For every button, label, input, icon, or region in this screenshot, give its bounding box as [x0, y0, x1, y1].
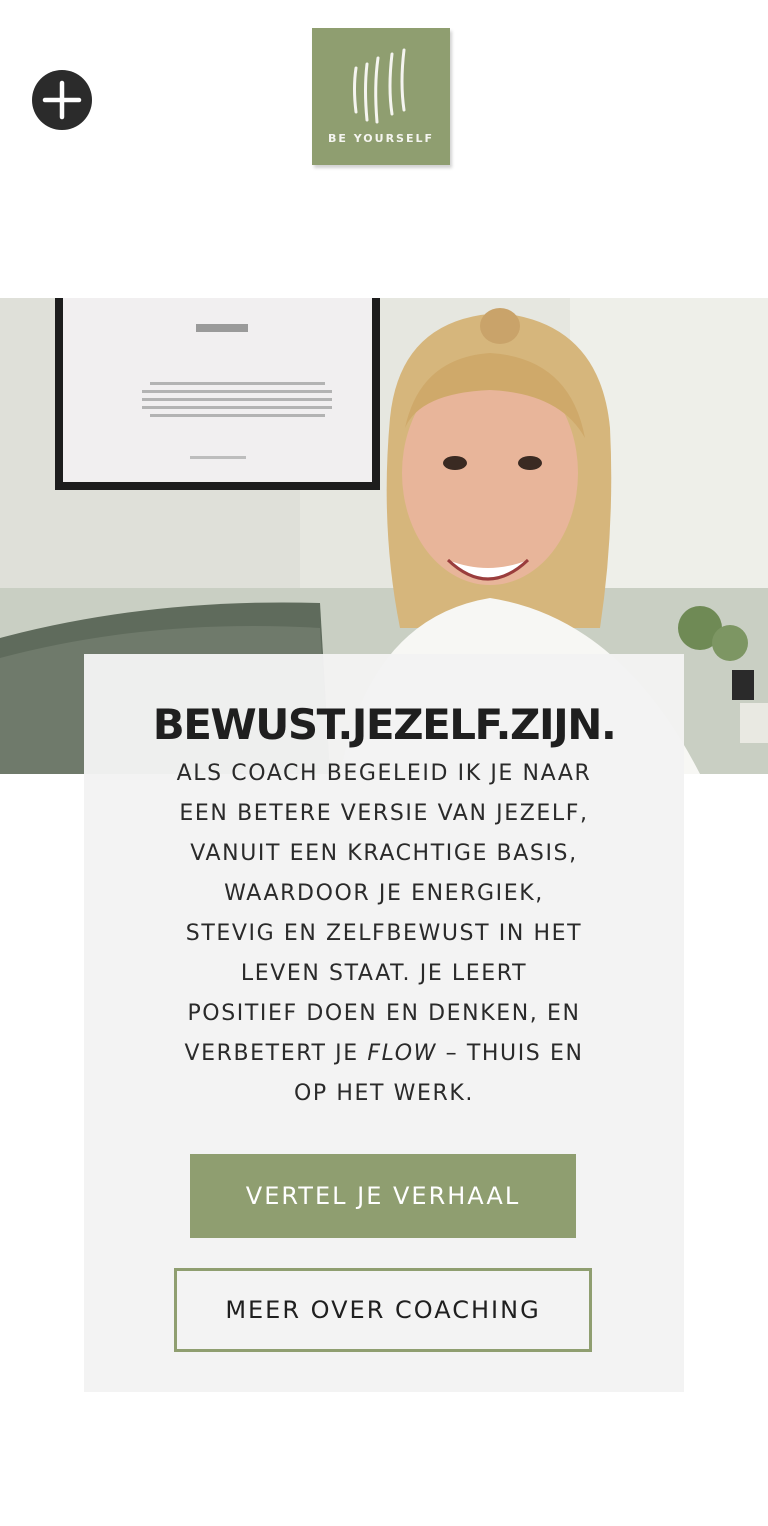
- framed-poster: [55, 298, 380, 490]
- logo[interactable]: BE YOURSELF: [312, 28, 450, 165]
- menu-button[interactable]: [32, 70, 92, 130]
- tell-your-story-button[interactable]: VERTEL JE VERHAAL: [190, 1154, 576, 1238]
- intro-line: – THUIS EN: [445, 1041, 584, 1066]
- intro-text: ALS COACH BEGELEID IK JE NAAR EEN BETERE…: [114, 754, 654, 1114]
- intro-line: POSITIEF DOEN EN DENKEN, EN: [187, 1001, 581, 1026]
- intro-line: ALS COACH BEGELEID IK JE NAAR: [176, 761, 592, 786]
- intro-line: EEN BETERE VERSIE VAN JEZELF,: [179, 801, 589, 826]
- intro-line: OP HET WERK.: [293, 1081, 474, 1106]
- plus-icon: [42, 80, 82, 120]
- logo-text: BE YOURSELF: [327, 132, 434, 145]
- intro-line: STEVIG EN ZELFBEWUST IN HET: [185, 921, 583, 946]
- page-title: BEWUST.JEZELF.ZIJN.: [152, 700, 617, 749]
- intro-line: VERBETERT JE: [184, 1041, 359, 1066]
- intro-line: WAARDOOR JE ENERGIEK,: [224, 881, 544, 906]
- more-about-coaching-button[interactable]: MEER OVER COACHING: [174, 1268, 592, 1352]
- intro-card: BEWUST.JEZELF.ZIJN. ALS COACH BEGELEID I…: [84, 654, 684, 1392]
- flow-emphasis: FLOW: [367, 1041, 438, 1066]
- intro-line: LEVEN STAAT. JE LEERT: [240, 961, 528, 986]
- intro-line: VANUIT EEN KRACHTIGE BASIS,: [190, 841, 578, 866]
